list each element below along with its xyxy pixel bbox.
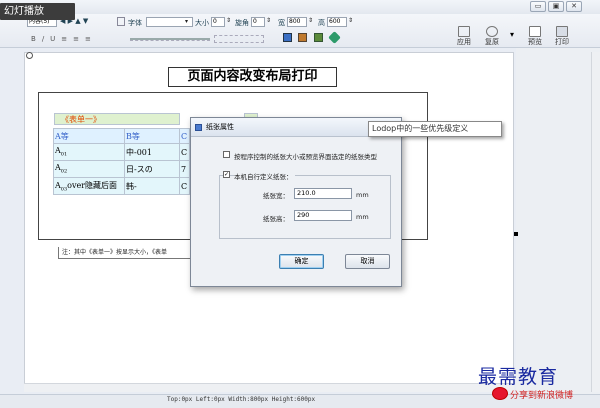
size-input[interactable]: 0 xyxy=(211,17,225,27)
underline-button[interactable]: U xyxy=(50,35,55,43)
print-button[interactable]: 打印 xyxy=(553,26,571,47)
arrange-icons[interactable] xyxy=(214,35,264,43)
restore-button[interactable]: ▣ xyxy=(548,1,564,12)
height-input[interactable]: 600 xyxy=(327,17,347,27)
table-cell: 中-001 xyxy=(124,143,180,161)
vertical-scrollbar[interactable] xyxy=(591,52,600,392)
size-spinner-icon[interactable]: ⇕ xyxy=(226,17,231,24)
paper-height-input[interactable]: 290 xyxy=(294,210,352,221)
weibo-icon xyxy=(492,387,508,400)
table-cell: C xyxy=(179,177,190,195)
paper-width-unit: mm xyxy=(356,191,369,199)
option1-label: 按程序控制的纸张大小或预览界面选定的纸张类型 xyxy=(234,153,377,161)
slideshow-tag: 幻灯播放 xyxy=(0,3,75,20)
page-title[interactable]: 页面内容改变布局打印 xyxy=(168,67,337,87)
height-label: 高 xyxy=(318,19,325,27)
table-cell: 7 xyxy=(179,160,190,178)
table-cell: A02 xyxy=(53,160,125,178)
align-center-button[interactable]: ≡ xyxy=(73,35,79,43)
undo-button[interactable]: 复原 xyxy=(484,26,500,47)
paper-height-unit: mm xyxy=(356,213,369,221)
header-cell: A等 xyxy=(53,128,125,144)
table-cell: A01 xyxy=(53,143,125,161)
rotation-spinner-icon[interactable]: ⇕ xyxy=(266,17,271,24)
table-cell: 日-スの xyxy=(124,160,180,178)
minimize-button[interactable]: ▭ xyxy=(530,1,546,12)
undo-label: 复原 xyxy=(485,38,499,46)
paper-width-label: 纸张宽： xyxy=(263,192,289,200)
edit-icon[interactable] xyxy=(298,33,307,42)
data-table[interactable]: A等 B等 C A01 中-001 C A02 日-スの 7 A03over隐藏… xyxy=(53,128,190,195)
status-text: Top:0px Left:0px Width:800px Height:600p… xyxy=(167,396,316,403)
print-label: 打印 xyxy=(555,38,569,46)
custom-paper-group xyxy=(219,175,391,239)
dialog-icon xyxy=(195,124,202,131)
apply-button[interactable]: 应用 xyxy=(456,26,472,47)
grid-icon[interactable] xyxy=(117,17,125,26)
tooltip: Lodop中的一些优先级定义 xyxy=(368,121,502,137)
rotation-input[interactable]: 0 xyxy=(251,17,265,27)
paper-properties-dialog: 纸张属性 按程序控制的纸张大小或预览界面选定的纸张类型 ✓ 本机自行定义纸张： … xyxy=(190,117,402,287)
dropdown-arrow-icon[interactable]: ▾ xyxy=(510,30,514,39)
format-buttons: B / U ≡ ≡ ≡ xyxy=(31,35,97,43)
apply-icon xyxy=(458,26,470,37)
table-row: A03over隐藏后面 韩- C xyxy=(53,177,190,195)
window-titlebar xyxy=(0,0,600,14)
printer-icon xyxy=(556,26,568,37)
resize-handle[interactable] xyxy=(514,232,518,236)
watermark-share: 分享到新浪微博 xyxy=(510,391,574,401)
bold-button[interactable]: B xyxy=(31,35,36,43)
table-header-row: A等 B等 C xyxy=(53,128,190,144)
chart-icon[interactable] xyxy=(314,33,323,42)
line-style-icon[interactable] xyxy=(130,38,210,41)
cancel-button[interactable]: 取消 xyxy=(345,254,390,269)
table-cell: C xyxy=(179,143,190,161)
origin-icon xyxy=(26,52,33,59)
magnifier-icon xyxy=(529,26,541,37)
right-pane xyxy=(516,48,600,394)
width-label: 宽 xyxy=(278,19,285,27)
header-cell: B等 xyxy=(124,128,180,144)
font-label: 字体 xyxy=(128,19,142,27)
paper-height-label: 纸张高： xyxy=(263,215,289,223)
horizontal-scrollbar[interactable] xyxy=(24,383,514,392)
align-right-button[interactable]: ≡ xyxy=(85,35,91,43)
preview-label: 预览 xyxy=(528,38,542,46)
table-row: A02 日-スの 7 xyxy=(53,160,190,178)
paper-width-input[interactable]: 210.0 xyxy=(294,188,352,199)
width-input[interactable]: 800 xyxy=(287,17,307,27)
ok-button[interactable]: 确定 xyxy=(279,254,324,269)
preview-button[interactable]: 预览 xyxy=(526,26,544,47)
chevron-down-icon[interactable]: ▾ xyxy=(185,18,188,25)
table-cell: 韩- xyxy=(124,177,180,195)
table-row: A01 中-001 C xyxy=(53,143,190,161)
rotation-label: 旋角 xyxy=(235,19,249,27)
option1-checkbox[interactable] xyxy=(223,151,230,158)
width-spinner-icon[interactable]: ⇕ xyxy=(308,17,313,24)
note-text[interactable]: 注：其中《表单一》按显示大小，《表单 xyxy=(58,247,204,259)
apply-label: 应用 xyxy=(457,38,471,46)
option2-checkbox[interactable]: ✓ xyxy=(223,171,230,178)
option2-label: 本机自行定义纸张： xyxy=(234,171,295,181)
header-cell: C xyxy=(179,128,190,144)
undo-icon xyxy=(486,26,498,37)
italic-button[interactable]: / xyxy=(42,35,44,43)
align-left-button[interactable]: ≡ xyxy=(61,35,67,43)
image-icon[interactable] xyxy=(283,33,292,42)
size-label: 大小 xyxy=(195,19,209,27)
watermark-brand: 最需教育 xyxy=(478,366,559,388)
table-cell: A03over隐藏后面 xyxy=(53,177,125,195)
table-label[interactable]: 《表单一》 xyxy=(54,113,180,125)
height-spinner-icon[interactable]: ⇕ xyxy=(348,17,353,24)
close-button[interactable]: ✕ xyxy=(566,1,582,12)
